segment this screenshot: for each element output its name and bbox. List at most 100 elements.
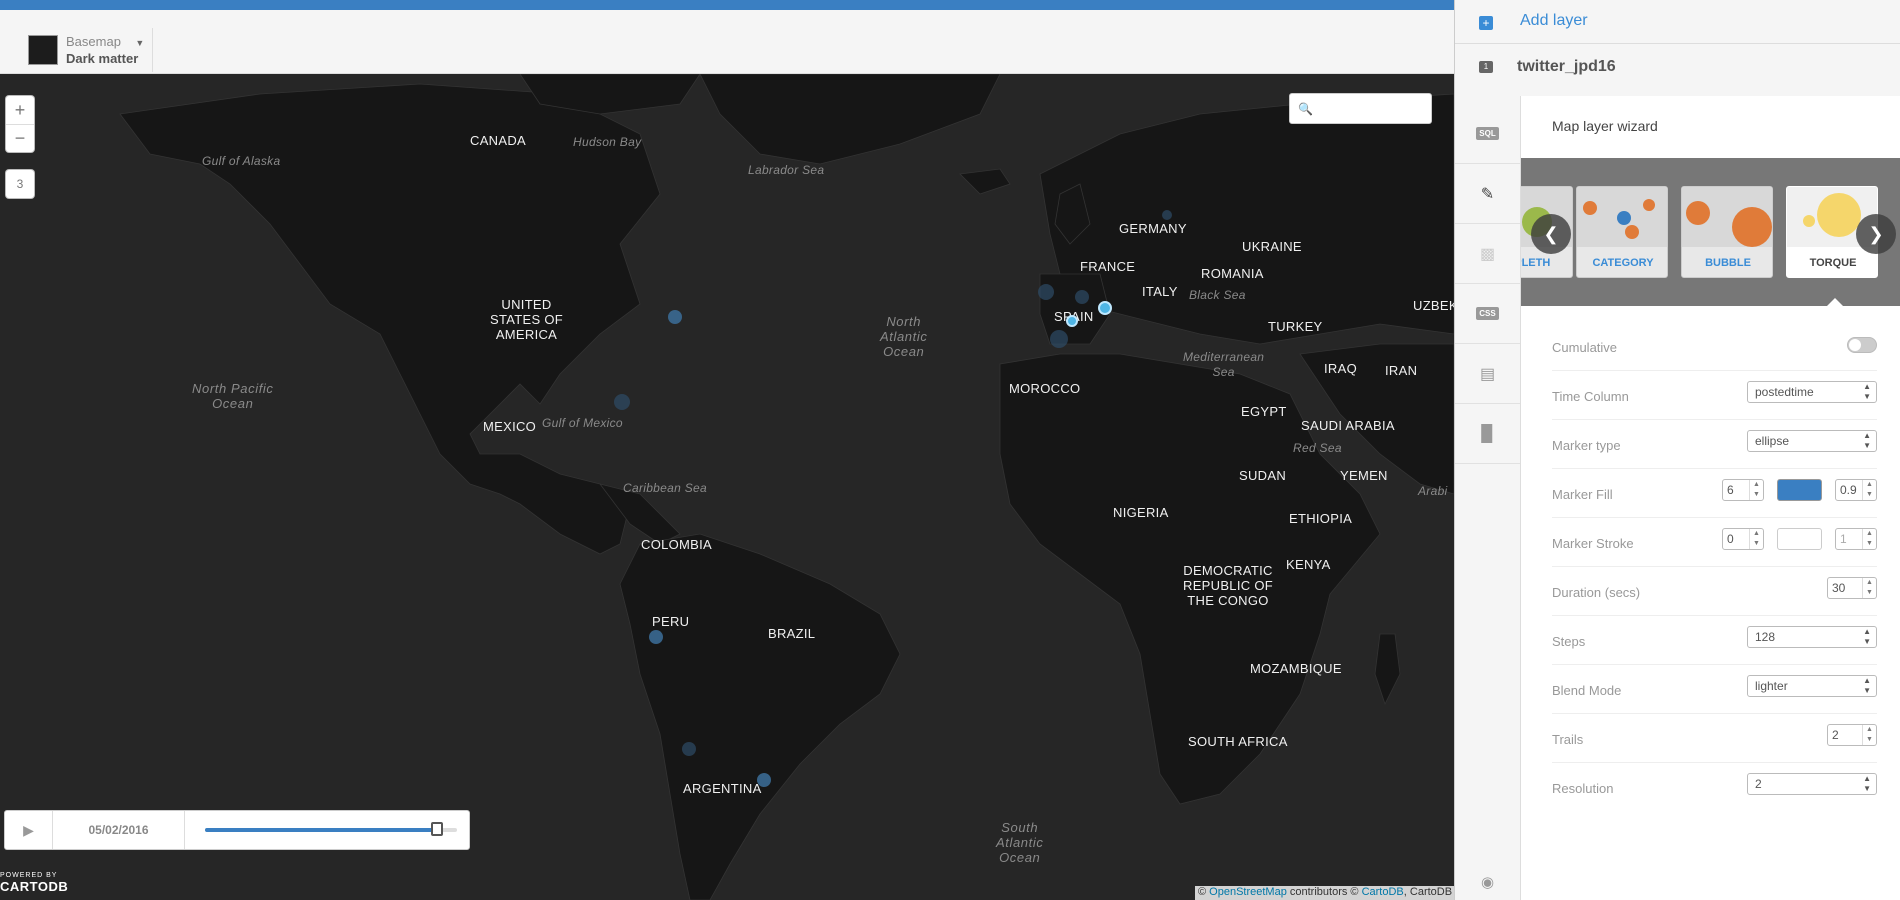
map-attribution: © OpenStreetMap contributors © CartoDB, … (1195, 886, 1456, 900)
chevron-right-icon[interactable]: ❯ (1856, 214, 1896, 254)
timeline-date: 05/02/2016 (53, 811, 185, 849)
card-label-torque: TORQUE (1809, 257, 1857, 269)
attribution-mid: contributors © (1286, 886, 1362, 898)
map-layer-wizard: Map layer wizard OPLETH CATEGORY (1520, 96, 1900, 900)
blend-mode-select[interactable]: lighter ▲ ▼ (1747, 675, 1877, 697)
add-layer-link[interactable]: Add layer (1520, 12, 1588, 30)
map-search-box[interactable]: 🔍 (1289, 93, 1432, 124)
tool-infowindow[interactable]: ▩ (1455, 224, 1520, 284)
prop-label-marker-stroke: Marker Stroke (1552, 536, 1634, 551)
prop-marker-stroke: Marker Stroke 0 ▲ ▼ 1 ▲ ▼ (1552, 518, 1877, 567)
label-uzbekistan: UZBEK (1413, 298, 1454, 313)
data-point (757, 773, 771, 787)
tool-legend[interactable]: ▤ (1455, 344, 1520, 404)
zoom-out-button[interactable]: − (6, 124, 34, 152)
map-search-input[interactable] (1318, 101, 1419, 116)
zoom-in-button[interactable]: + (6, 96, 34, 124)
prop-label-steps: Steps (1552, 634, 1586, 649)
resolution-value: 2 (1755, 777, 1762, 791)
marker-fill-opacity-input[interactable]: 0.9 ▲ ▼ (1835, 479, 1877, 501)
map-canvas[interactable]: Gulf of Alaska Hudson Bay Labrador Sea N… (0, 74, 1454, 900)
label-north-atlantic: North Atlantic Ocean (880, 314, 928, 359)
marker-type-select[interactable]: ellipse ▲ ▼ (1747, 430, 1877, 452)
layer-panel: + Add layer 1 twitter_jpd16 SQL ✎ ▩ CSS … (1454, 0, 1900, 900)
label-morocco: MOROCCO (1009, 381, 1081, 396)
layer-header: 1 twitter_jpd16 (1455, 44, 1900, 90)
tool-css[interactable]: CSS (1455, 284, 1520, 344)
label-red-sea: Red Sea (1293, 441, 1342, 455)
label-gulf-of-alaska: Gulf of Alaska (202, 154, 281, 168)
marker-fill-color-picker[interactable] (1777, 479, 1822, 501)
resolution-select[interactable]: 2 ▲ ▼ (1747, 773, 1877, 795)
marker-fill-width-input[interactable]: 6 ▲ ▼ (1722, 479, 1764, 501)
chevron-down-icon[interactable]: ▼ (135, 38, 144, 48)
select-arrows-icon: ▲ ▼ (1863, 382, 1871, 401)
duration-input[interactable]: 30 ▲ ▼ (1827, 577, 1877, 599)
label-peru: PERU (652, 614, 690, 629)
prop-cumulative: Cumulative (1552, 322, 1877, 371)
steps-select[interactable]: 128 ▲ ▼ (1747, 626, 1877, 648)
attribution-prefix: © (1198, 886, 1210, 898)
spinner-icon[interactable]: ▲ ▼ (1862, 725, 1876, 745)
chevron-left-icon[interactable]: ❮ (1531, 214, 1571, 254)
label-labrador-sea: Labrador Sea (748, 163, 825, 177)
spinner-icon[interactable]: ▲ ▼ (1749, 529, 1763, 549)
cartodb-logo[interactable]: POWERED BY CARTODB (0, 872, 68, 894)
prop-time-column: Time Column postedtime ▲ ▼ (1552, 371, 1877, 420)
osm-link[interactable]: OpenStreetMap (1209, 886, 1287, 898)
select-arrows-icon: ▲ ▼ (1863, 774, 1871, 793)
card-label-category: CATEGORY (1592, 257, 1654, 269)
data-point (1038, 284, 1054, 300)
spinner-icon[interactable]: ▲ ▼ (1749, 480, 1763, 500)
trails-input[interactable]: 2 ▲ ▼ (1827, 724, 1877, 746)
label-mediterranean: Mediterranean Sea (1183, 350, 1265, 379)
tool-filters[interactable]: ▉ (1455, 404, 1520, 464)
spinner-icon[interactable]: ▲ ▼ (1862, 529, 1876, 549)
label-south-africa: SOUTH AFRICA (1188, 734, 1288, 749)
card-bubble[interactable]: BUBBLE (1681, 186, 1773, 278)
data-point (614, 394, 630, 410)
label-arabian-sea: Arabi (1418, 484, 1448, 498)
timeline-slider[interactable] (205, 822, 457, 836)
label-canada: CANADA (470, 133, 526, 148)
torque-timeline: ▶ 05/02/2016 (4, 810, 470, 850)
prop-resolution: Resolution 2 ▲ ▼ (1552, 763, 1877, 812)
select-arrows-icon: ▲ ▼ (1863, 431, 1871, 450)
cartodb-link[interactable]: CartoDB (1362, 886, 1404, 898)
label-drc: DEMOCRATIC REPUBLIC OF THE CONGO (1183, 563, 1273, 608)
cumulative-toggle[interactable] (1847, 337, 1877, 353)
blend-mode-value: lighter (1755, 679, 1788, 693)
help-icon[interactable]: ◉ (1455, 864, 1520, 900)
marker-stroke-color-picker[interactable] (1777, 528, 1822, 550)
label-turkey: TURKEY (1268, 319, 1323, 334)
marker-stroke-opacity-input[interactable]: 1 ▲ ▼ (1835, 528, 1877, 550)
prop-label-trails: Trails (1552, 732, 1584, 747)
prop-label-time-column: Time Column (1552, 389, 1629, 404)
bubble-thumbnail (1682, 187, 1772, 247)
data-point-active (1066, 315, 1078, 327)
card-category[interactable]: CATEGORY (1576, 186, 1668, 278)
tool-sql[interactable]: SQL (1455, 104, 1520, 164)
time-column-select[interactable]: postedtime ▲ ▼ (1747, 381, 1877, 403)
spinner-icon[interactable]: ▲ ▼ (1862, 480, 1876, 500)
prop-label-cumulative: Cumulative (1552, 340, 1618, 355)
selected-card-pointer (1825, 298, 1845, 308)
play-button[interactable]: ▶ (5, 811, 53, 849)
basemap-selector[interactable]: Basemap Dark matter ▼ (28, 28, 154, 72)
tool-wizard[interactable]: ✎ (1455, 164, 1520, 224)
label-egypt: EGYPT (1241, 404, 1287, 419)
layer-name[interactable]: twitter_jpd16 (1517, 58, 1616, 76)
label-sudan: SUDAN (1239, 468, 1287, 483)
timeline-handle[interactable] (430, 822, 443, 836)
label-argentina: ARGENTINA (683, 781, 762, 796)
label-north-pacific: North Pacific Ocean (192, 381, 274, 411)
add-layer-row[interactable]: + Add layer (1455, 0, 1900, 44)
marker-stroke-width-input[interactable]: 0 ▲ ▼ (1722, 528, 1764, 550)
spinner-icon[interactable]: ▲ ▼ (1862, 578, 1876, 598)
category-thumbnail (1577, 187, 1667, 247)
marker-type-value: ellipse (1755, 434, 1790, 448)
steps-value: 128 (1755, 630, 1776, 644)
map-land-shapes (119, 74, 1454, 900)
prop-blend-mode: Blend Mode lighter ▲ ▼ (1552, 665, 1877, 714)
plus-icon[interactable]: + (1479, 16, 1493, 30)
